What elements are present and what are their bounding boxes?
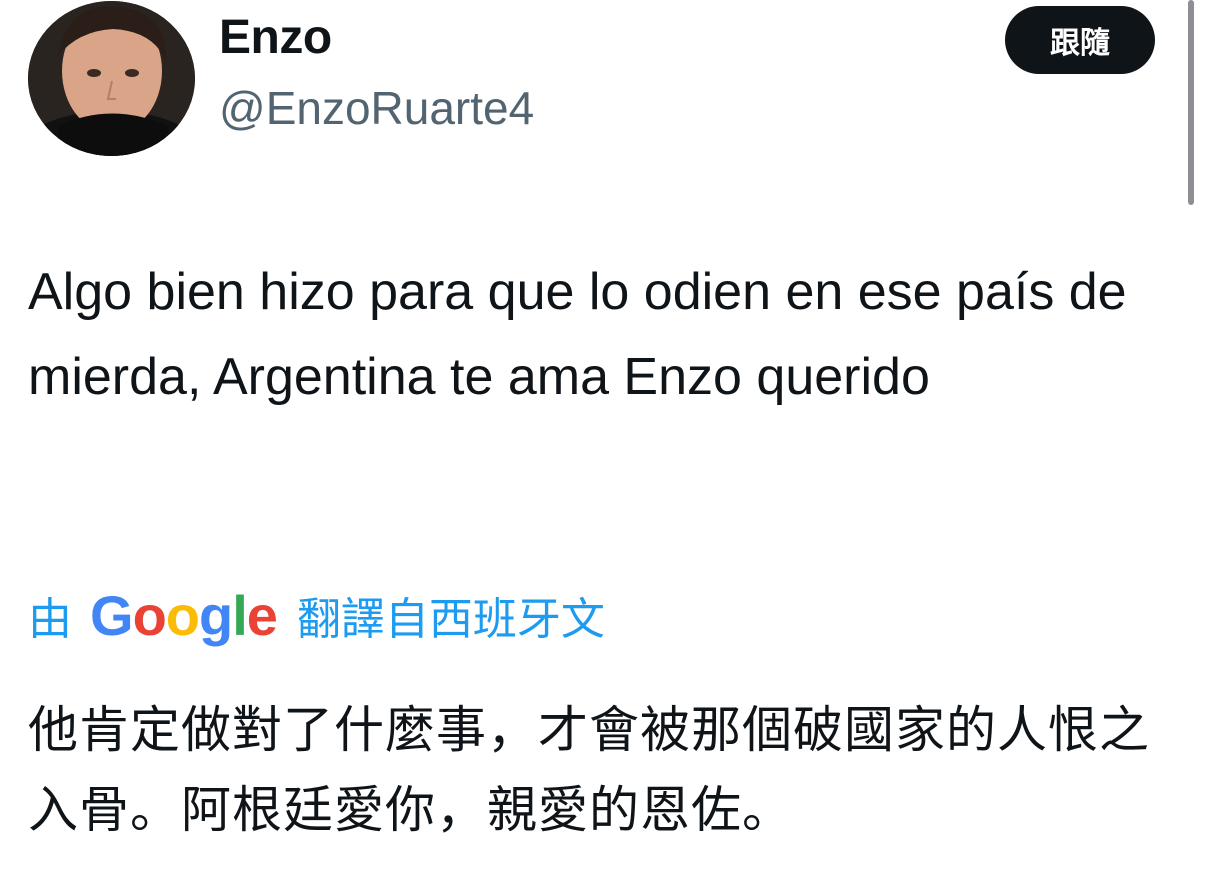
google-logo: Google: [90, 583, 278, 648]
translate-from-spanish-link[interactable]: 翻譯自西班牙文: [297, 583, 605, 647]
google-logo-letter: o: [132, 583, 167, 647]
tweet-text: Algo bien hizo para que lo odien en ese …: [28, 263, 1127, 406]
google-logo-letter: l: [232, 583, 248, 647]
translation-by-label: 由: [28, 594, 72, 645]
google-logo-letter: G: [90, 583, 134, 647]
google-logo-letter: e: [246, 583, 278, 647]
google-logo-letter: g: [199, 583, 233, 647]
scrollbar[interactable]: [1188, 0, 1194, 205]
google-logo-letter: o: [165, 583, 200, 647]
avatar[interactable]: [28, 1, 195, 156]
follow-button[interactable]: 跟隨: [1005, 6, 1155, 74]
translation-attribution: 由 Google 翻譯自西班牙文: [28, 580, 605, 650]
avatar-photo: [28, 1, 195, 156]
translated-text: 他肯定做對了什麼事，才會被那個破國家的人恨之入骨。阿根廷愛你，親愛的恩佐。: [28, 701, 1150, 839]
author-display-name[interactable]: Enzo: [219, 8, 332, 68]
author-handle[interactable]: @EnzoRuarte4: [219, 78, 534, 138]
